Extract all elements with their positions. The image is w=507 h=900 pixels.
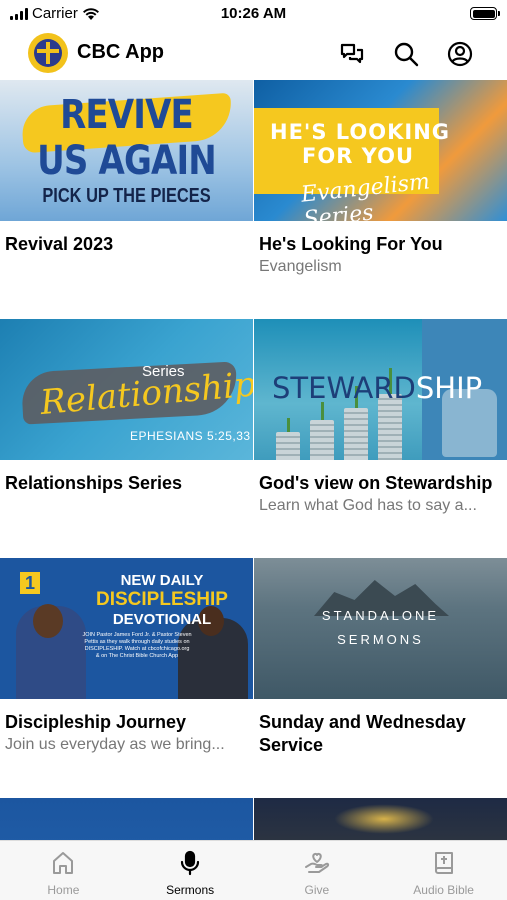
thumb-text: PICK UP THE PIECES: [42, 185, 211, 207]
thumb-text: JOIN Pastor James Ford Jr. & Pastor Stev…: [82, 632, 192, 659]
sermon-card[interactable]: HE'S LOOKING FOR YOU Evangelism Series H…: [254, 80, 507, 277]
card-subtitle: Learn what God has to say a...: [259, 497, 477, 514]
sermon-thumbnail: [254, 798, 507, 840]
app-header: CBC App: [0, 28, 507, 78]
thumb-text: NEW DAILY: [120, 572, 204, 589]
card-title: Relationships Series: [5, 473, 183, 493]
sermon-card[interactable]: [0, 798, 253, 840]
thumb-text: STANDALONE: [321, 608, 440, 623]
thumb-text: DEVOTIONAL: [112, 611, 212, 628]
sermon-thumbnail: 1 NEW DAILY DISCIPLESHIP DEVOTIONAL JOIN…: [0, 558, 253, 699]
status-bar: Carrier 10:26 AM: [0, 0, 507, 28]
sermon-card[interactable]: Series Relationships EPHESIANS 5:25,33 R…: [0, 319, 253, 495]
card-subtitle: Evangelism: [259, 258, 342, 275]
card-subtitle: Join us everyday as we bring...: [5, 736, 225, 753]
card-title: Revival 2023: [5, 234, 114, 254]
microphone-icon: [181, 850, 200, 876]
battery-icon: [470, 7, 500, 20]
card-title: He's Looking For You: [259, 234, 443, 254]
chat-icon[interactable]: [338, 40, 366, 68]
thumb-badge: 1: [20, 572, 40, 594]
tab-label: Home: [47, 883, 80, 897]
thumb-text: REVIVE: [60, 92, 194, 138]
thumb-text: FOR YOU: [302, 144, 415, 168]
tab-label: Give: [304, 883, 330, 897]
card-title: Discipleship Journey: [5, 712, 187, 732]
card-title: God's view on Stewardship: [259, 473, 493, 493]
sermon-thumbnail: STANDALONE SERMONS: [254, 558, 507, 699]
sermon-thumbnail: Series Relationships EPHESIANS 5:25,33: [0, 319, 253, 460]
thumb-text: EPHESIANS 5:25,33: [130, 429, 251, 443]
sermon-card[interactable]: STANDALONE SERMONS Sunday and Wednesday …: [254, 558, 507, 757]
tab-audio-bible[interactable]: Audio Bible: [380, 841, 507, 900]
tab-give[interactable]: Give: [254, 841, 381, 900]
sermon-thumbnail: STEWARDSHIP: [254, 319, 507, 460]
bible-icon: [434, 852, 453, 874]
sermon-card[interactable]: REVIVE US AGAIN PICK UP THE PIECES Reviv…: [0, 80, 253, 256]
thumb-text: DISCIPLESHIP: [96, 589, 228, 610]
sermon-thumbnail: [0, 798, 253, 840]
tab-sermons[interactable]: Sermons: [127, 841, 254, 900]
tab-bar: Home Sermons Give Audio Bible: [0, 840, 507, 900]
search-icon[interactable]: [392, 40, 420, 68]
sermon-thumbnail: HE'S LOOKING FOR YOU Evangelism Series: [254, 80, 507, 221]
thumb-text: HE'S LOOKING: [270, 120, 451, 144]
card-title: Sunday and Wednesday Service: [259, 712, 466, 755]
app-logo: [28, 33, 68, 73]
tab-home[interactable]: Home: [0, 841, 127, 900]
app-title: CBC App: [77, 41, 165, 63]
account-icon[interactable]: [446, 40, 474, 68]
give-heart-hand-icon: [304, 852, 329, 873]
sermon-thumbnail: REVIVE US AGAIN PICK UP THE PIECES: [0, 80, 253, 221]
thumb-text: STEWARDSHIP: [272, 371, 483, 405]
sermon-card[interactable]: 1 NEW DAILY DISCIPLESHIP DEVOTIONAL JOIN…: [0, 558, 253, 755]
status-time: 10:26 AM: [220, 5, 287, 22]
thumb-text: SERMONS: [337, 632, 424, 647]
tab-label: Audio Bible: [413, 883, 474, 897]
sermon-grid: REVIVE US AGAIN PICK UP THE PIECES Reviv…: [0, 80, 507, 840]
tab-label: Sermons: [166, 883, 215, 897]
sermon-card[interactable]: [254, 798, 507, 840]
sermon-card[interactable]: STEWARDSHIP God's view on Stewardship Le…: [254, 319, 507, 516]
thumb-text: US AGAIN: [37, 138, 217, 184]
home-icon: [53, 852, 74, 874]
